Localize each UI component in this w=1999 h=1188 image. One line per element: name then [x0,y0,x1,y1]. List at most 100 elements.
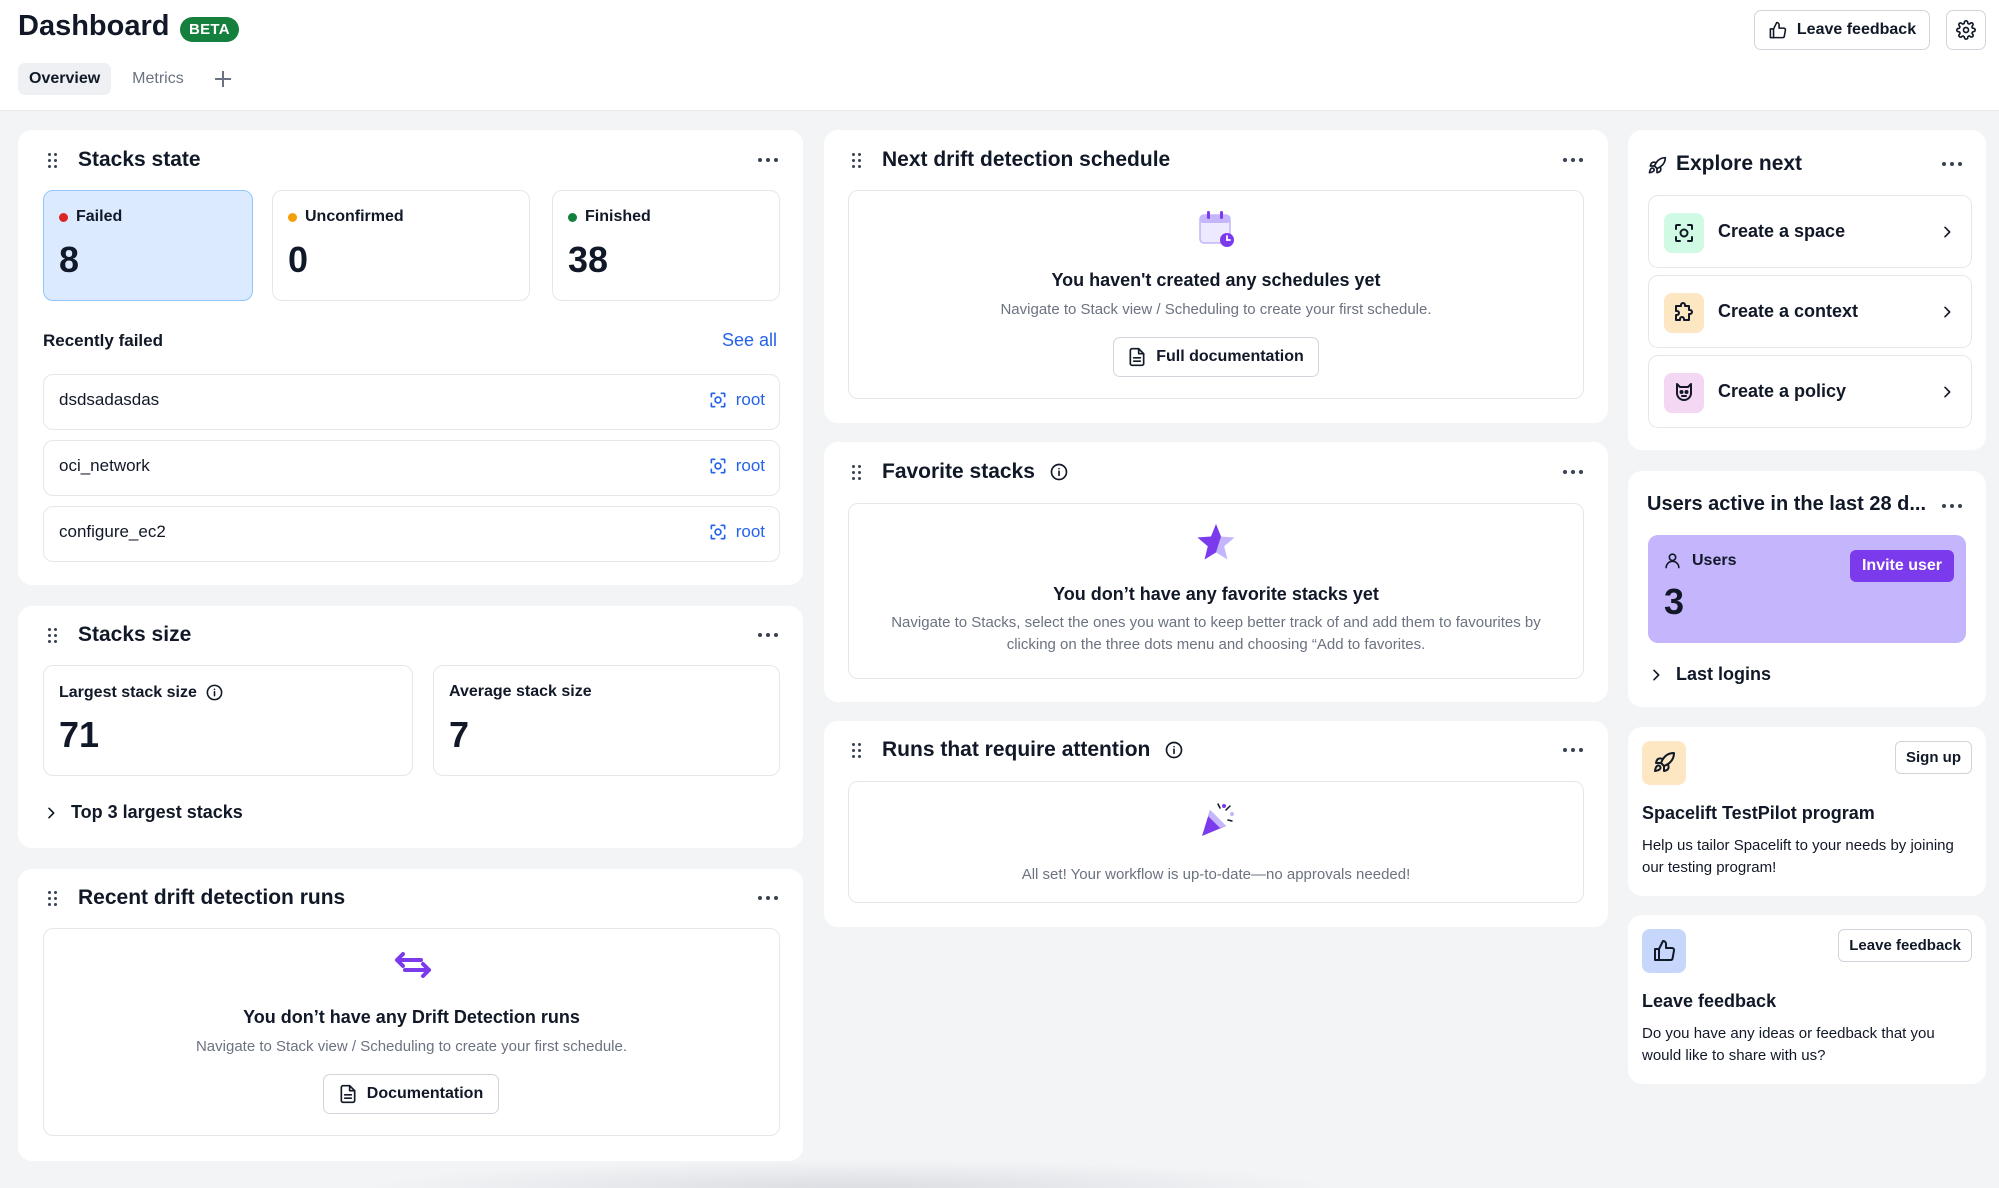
stat-failed[interactable]: Failed 8 [43,190,253,301]
status-dot [568,212,577,222]
drift-runs-card: Recent drift detection runs You don’t ha… [18,869,803,1161]
drag-handle-icon[interactable] [852,153,862,168]
users-count: 3 [1664,581,1685,622]
create-context-item[interactable]: Create a context [1648,275,1972,348]
status-dot [59,212,68,222]
chevron-right-icon [48,807,55,818]
leave-feedback-card-button[interactable]: Leave feedback [1838,929,1972,962]
rocket-icon [1642,741,1686,785]
chevron-right-icon [1653,669,1660,680]
card-title: Users active in the last 28 d... [1647,493,1927,515]
space-icon [710,392,726,408]
more-options-icon[interactable] [1563,157,1585,163]
create-space-item[interactable]: Create a space [1648,195,1972,268]
see-all-link[interactable]: See all [722,330,777,351]
promo-title: Spacelift TestPilot program [1642,803,1875,823]
create-policy-item[interactable]: Create a policy [1648,355,1972,428]
page-title: Dashboard [18,10,170,42]
sign-up-button[interactable]: Sign up [1895,741,1972,774]
card-title: Explore next [1676,152,1803,175]
chevron-right-icon [1944,306,1951,318]
add-tab-icon[interactable] [209,65,237,93]
star-icon [1197,524,1235,560]
swap-arrows-icon [395,952,431,978]
calendar-icon [1199,211,1234,247]
more-options-icon[interactable] [1563,469,1585,475]
info-icon[interactable] [1164,740,1184,760]
drift-runs-empty-state: You don’t have any Drift Detection runs … [43,928,780,1136]
thumbs-up-icon [1642,929,1686,973]
bottom-shadow [360,1160,1340,1188]
card-title: Runs that require attention [882,738,1184,762]
card-title: Stacks size [78,623,192,646]
dashboard-tabs: Overview Metrics [18,63,237,95]
full-documentation-button[interactable]: Full documentation [1113,337,1319,377]
stacks-state-card: Stacks state Failed 8 Unconfirmed 0 Fini… [18,130,803,585]
space-link[interactable]: root [708,522,765,542]
gear-icon [1956,20,1976,40]
tab-overview[interactable]: Overview [18,63,112,95]
thumbs-up-icon [1769,21,1787,38]
stat-value: 7 [449,714,470,755]
chevron-right-icon [1944,386,1951,398]
card-title: Next drift detection schedule [882,148,1171,171]
attention-empty-state: All set! Your workflow is up-to-date—no … [848,781,1584,903]
stat-value: 38 [568,239,609,280]
stat-finished[interactable]: Finished 38 [552,190,780,301]
list-item[interactable]: dsdsadasdas root [43,374,780,430]
stat-value: 71 [59,714,100,755]
users-stat: Users 3 Invite user [1648,535,1966,643]
more-options-icon[interactable] [1942,503,1964,509]
space-link[interactable]: root [708,456,765,476]
promo-description: Do you have any ideas or feedback that y… [1642,1025,1935,1064]
info-icon[interactable] [205,683,224,702]
schedule-empty-state: You haven't created any schedules yet Na… [848,190,1584,399]
beta-badge: BETA [180,17,239,42]
drag-handle-icon[interactable] [48,153,58,168]
drag-handle-icon[interactable] [852,743,862,758]
info-icon[interactable] [1049,462,1069,482]
puzzle-icon [1664,293,1704,333]
documentation-button[interactable]: Documentation [323,1074,499,1114]
more-options-icon[interactable] [758,157,780,163]
settings-button[interactable] [1946,10,1986,50]
more-options-icon[interactable] [1942,161,1964,167]
space-link[interactable]: root [708,390,765,410]
leave-feedback-label: Leave feedback [1796,21,1917,38]
favorites-empty-state: You don’t have any favorite stacks yet N… [848,503,1584,679]
rocket-icon [1648,156,1667,174]
more-options-icon[interactable] [758,895,780,901]
users-active-card: Users active in the last 28 d... Users 3… [1628,471,1986,707]
drag-handle-icon[interactable] [852,465,862,480]
drag-handle-icon[interactable] [48,891,58,906]
empty-state-title: You haven't created any schedules yet [1051,270,1381,290]
tab-metrics[interactable]: Metrics [121,63,195,95]
leave-feedback-button[interactable]: Leave feedback [1754,10,1930,50]
invite-user-button[interactable]: Invite user [1849,550,1954,582]
drag-handle-icon[interactable] [48,628,58,643]
promo-title: Leave feedback [1642,991,1777,1011]
empty-state-title: You don’t have any favorite stacks yet [1053,584,1379,604]
stat-unconfirmed[interactable]: Unconfirmed 0 [272,190,530,301]
list-item[interactable]: oci_network root [43,440,780,496]
card-title: Favorite stacks [882,460,1069,484]
stat-value: 0 [288,239,309,280]
last-logins-toggle[interactable]: Last logins [1648,664,1771,685]
chevron-right-icon [1944,226,1951,238]
empty-state-description: All set! Your workflow is up-to-date—no … [1021,866,1411,883]
card-title: Stacks state [78,148,201,171]
testpilot-card: Sign up Spacelift TestPilot program Help… [1628,727,1986,896]
empty-state-description: Navigate to Stack view / Scheduling to c… [195,1038,628,1055]
stat-value: 8 [59,239,80,280]
party-popper-icon [1202,803,1234,836]
empty-state-title: You don’t have any Drift Detection runs [243,1007,580,1027]
top-largest-stacks-toggle[interactable]: Top 3 largest stacks [43,802,243,823]
more-options-icon[interactable] [1563,747,1585,753]
stacks-size-card: Stacks size Largest stack size 71 Averag… [18,606,803,848]
list-item[interactable]: configure_ec2 root [43,506,780,562]
drift-schedule-card: Next drift detection schedule You haven'… [824,130,1608,423]
average-stack-size: Average stack size 7 [433,665,780,776]
empty-state-description: Navigate to Stack view / Scheduling to c… [1000,301,1432,318]
more-options-icon[interactable] [758,632,780,638]
space-icon [710,524,726,540]
